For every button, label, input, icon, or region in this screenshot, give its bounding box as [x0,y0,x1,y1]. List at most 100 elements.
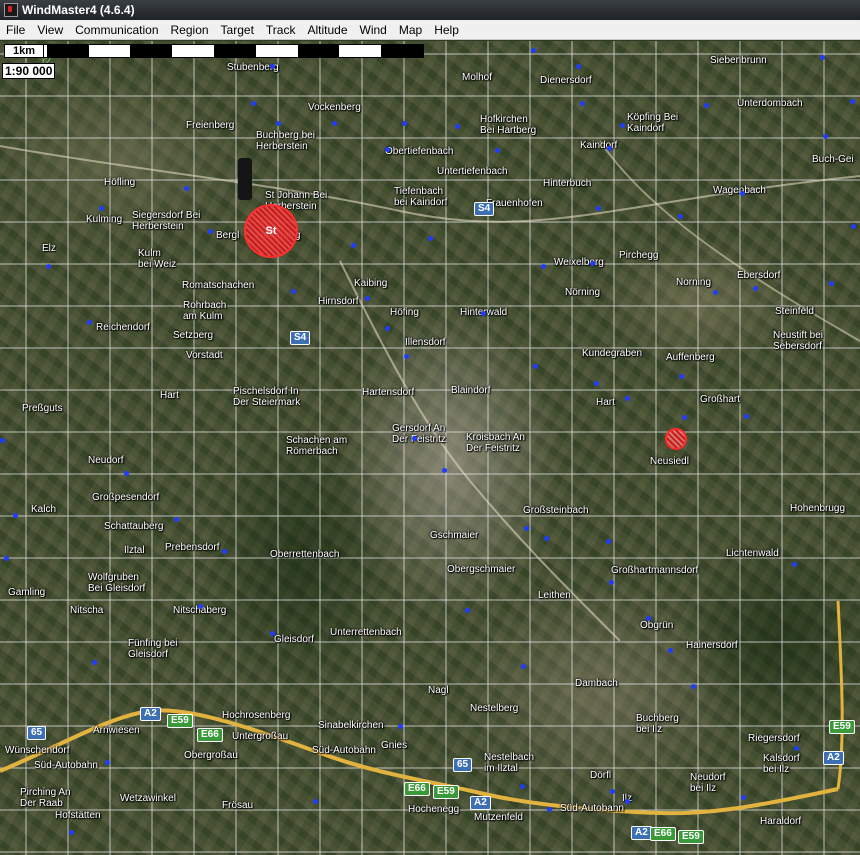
waypoint-dot[interactable] [610,789,615,794]
waypoint-dot[interactable] [521,664,526,669]
waypoint-dot[interactable] [594,381,599,386]
menu-file[interactable]: File [0,20,31,40]
waypoint-dot[interactable] [704,103,709,108]
waypoint-dot[interactable] [46,264,51,269]
waypoint-dot[interactable] [682,415,687,420]
waypoint-dot[interactable] [744,414,749,419]
waypoint-dot[interactable] [823,134,828,139]
waypoint-dot[interactable] [740,191,745,196]
place-label: Nitscha [70,605,104,616]
menu-target[interactable]: Target [215,20,260,40]
waypoint-dot[interactable] [580,101,585,106]
waypoint-dot[interactable] [174,517,179,522]
target-marker[interactable] [665,428,687,450]
waypoint-dot[interactable] [691,684,696,689]
waypoint-dot[interactable] [402,121,407,126]
waypoint-dot[interactable] [713,290,718,295]
waypoint-dot[interactable] [365,296,370,301]
waypoint-dot[interactable] [465,608,470,613]
waypoint-dot[interactable] [208,229,213,234]
waypoint-dot[interactable] [404,354,409,359]
waypoint-dot[interactable] [792,562,797,567]
waypoint-dot[interactable] [385,147,390,152]
waypoint-dot[interactable] [105,760,110,765]
waypoint-dot[interactable] [541,264,546,269]
waypoint-dot[interactable] [198,604,203,609]
waypoint-dot[interactable] [442,468,447,473]
waypoint-dot[interactable] [590,261,595,266]
waypoint-dot[interactable] [291,289,296,294]
waypoint-dot[interactable] [794,746,799,751]
waypoint-dot[interactable] [820,55,825,60]
waypoint-dot[interactable] [596,206,601,211]
menu-wind[interactable]: Wind [354,20,393,40]
waypoint-dot[interactable] [92,660,97,665]
waypoint-dot[interactable] [533,364,538,369]
place-label: Nörning [565,287,601,298]
waypoint-dot[interactable] [87,320,92,325]
place-label: Neudorf [88,455,124,466]
waypoint-dot[interactable] [351,243,356,248]
waypoint-dot[interactable] [455,124,460,129]
waypoint-dot[interactable] [646,616,651,621]
place-label: Frauenhofen [486,198,543,209]
waypoint-dot[interactable] [678,214,683,219]
start-marker[interactable]: St [244,204,298,258]
waypoint-dot[interactable] [481,311,486,316]
waypoint-dot[interactable] [313,799,318,804]
waypoint-dot[interactable] [270,64,275,69]
waypoint-dot[interactable] [851,224,856,229]
waypoint-dot[interactable] [99,206,104,211]
waypoint-dot[interactable] [625,799,630,804]
waypoint-dot[interactable] [124,471,129,476]
place-label: Vockenberg [308,102,361,113]
waypoint-dot[interactable] [829,281,834,286]
waypoint-dot[interactable] [251,101,256,106]
map-canvas[interactable]: St Stubenberg Molhof Dienersdorf Siebenbrun… [0,41,860,855]
waypoint-dot[interactable] [524,526,529,531]
waypoint-dot[interactable] [184,186,189,191]
waypoint-dot[interactable] [606,539,611,544]
waypoint-dot[interactable] [0,438,5,443]
waypoint-dot[interactable] [13,513,18,518]
waypoint-dot[interactable] [607,146,612,151]
menu-help[interactable]: Help [428,20,465,40]
waypoint-dot[interactable] [385,326,390,331]
waypoint-dot[interactable] [625,396,630,401]
waypoint-dot[interactable] [270,631,275,636]
place-label: Süd-Autobahn [34,760,98,771]
waypoint-dot[interactable] [222,549,227,554]
waypoint-dot[interactable] [753,286,758,291]
waypoint-dot[interactable] [276,121,281,126]
waypoint-dot[interactable] [531,48,536,53]
waypoint-dot[interactable] [520,784,525,789]
menu-altitude[interactable]: Altitude [301,20,353,40]
menu-communication[interactable]: Communication [69,20,164,40]
waypoint-dot[interactable] [547,807,552,812]
place-label: Oberrettenbach [270,549,340,560]
waypoint-dot[interactable] [850,99,855,104]
road-shield: E59 [678,830,704,844]
waypoint-dot[interactable] [741,795,746,800]
place-label: Wünschendorf [5,745,70,756]
waypoint-dot[interactable] [679,374,684,379]
waypoint-dot[interactable] [576,64,581,69]
waypoint-dot[interactable] [620,123,625,128]
place-label: Köpfing Bei Kaindorf [627,112,679,134]
waypoint-dot[interactable] [668,648,673,653]
menu-map[interactable]: Map [393,20,428,40]
waypoint-dot[interactable] [398,724,403,729]
place-label: Obertiefenbach [385,146,454,157]
menu-track[interactable]: Track [260,20,302,40]
waypoint-dot[interactable] [4,556,9,561]
road-shield: S4 [474,202,495,216]
menu-region[interactable]: Region [165,20,215,40]
waypoint-dot[interactable] [495,148,500,153]
waypoint-dot[interactable] [332,121,337,126]
waypoint-dot[interactable] [609,580,614,585]
waypoint-dot[interactable] [544,536,549,541]
waypoint-dot[interactable] [412,436,417,441]
waypoint-dot[interactable] [69,830,74,835]
waypoint-dot[interactable] [428,236,433,241]
menu-view[interactable]: View [31,20,69,40]
